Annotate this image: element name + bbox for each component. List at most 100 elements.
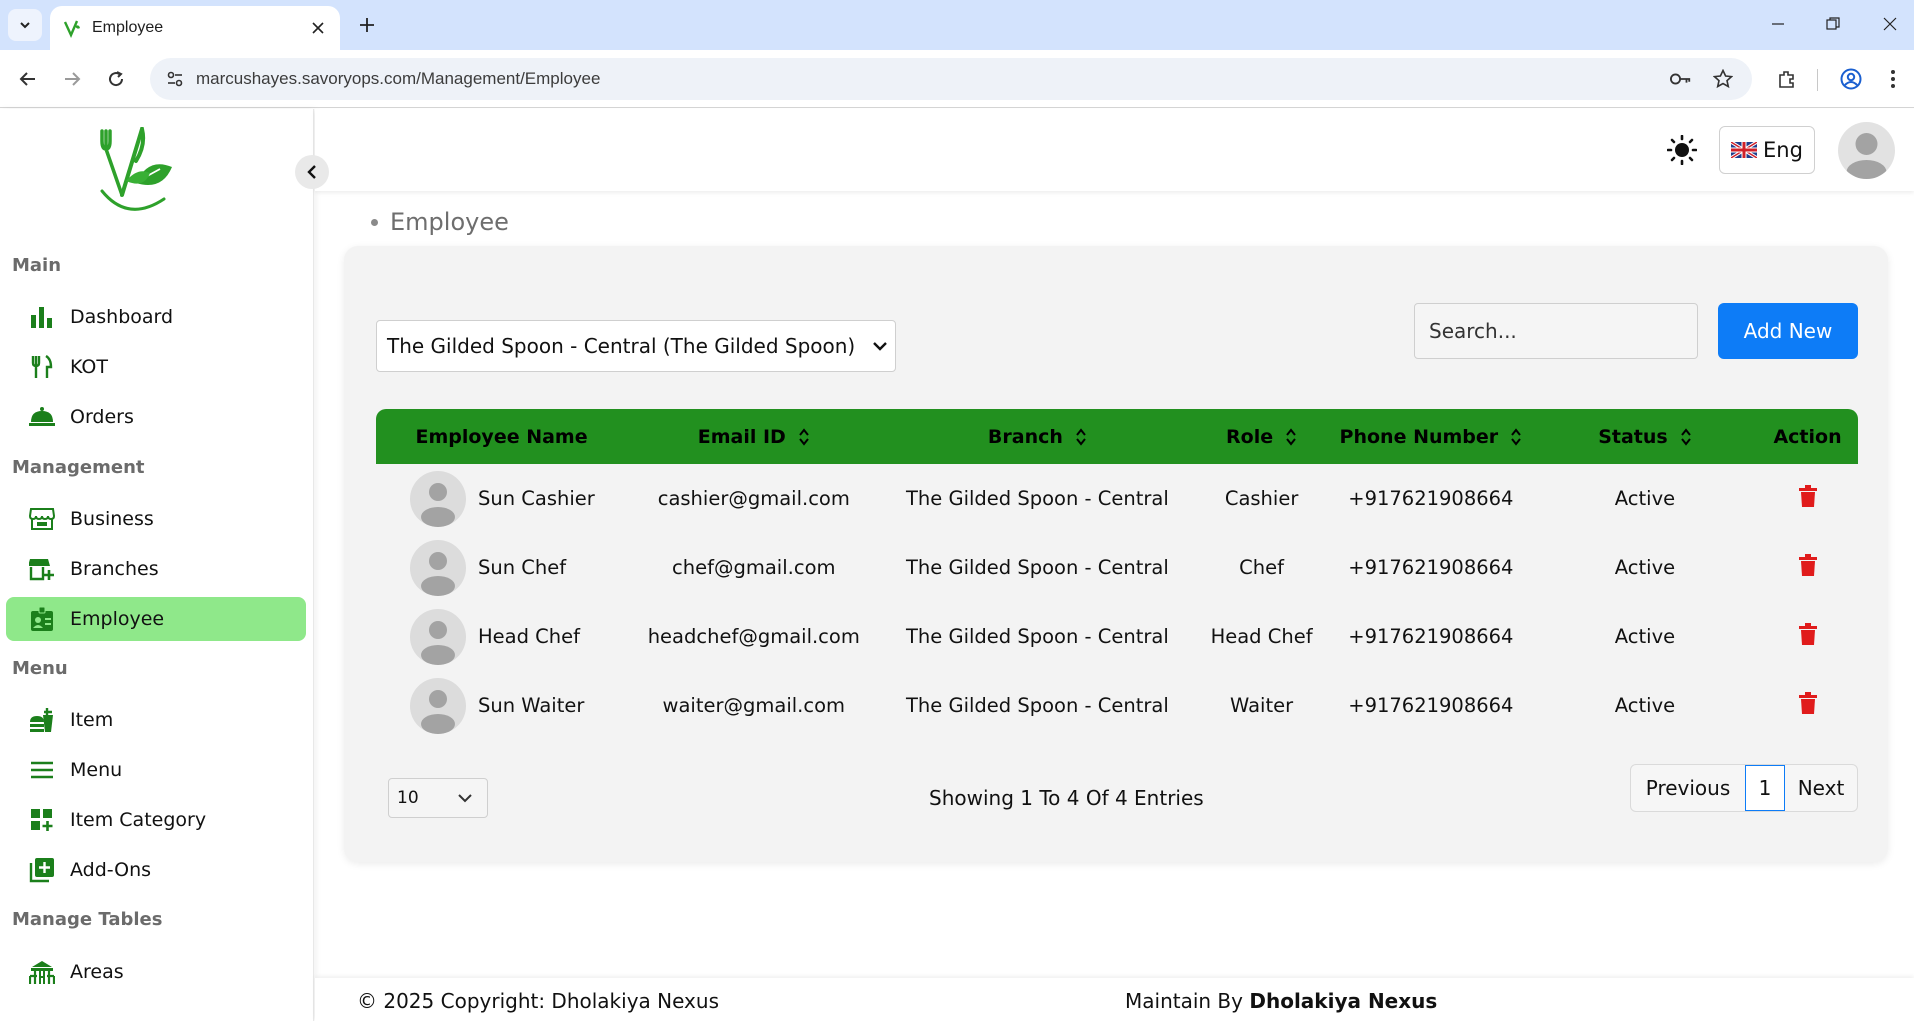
section-management: Management xyxy=(12,457,145,478)
breadcrumb: Employee xyxy=(371,208,509,236)
section-menu: Menu xyxy=(12,658,68,679)
browser-tab-bar: Employee xyxy=(0,0,1914,50)
close-window-button[interactable] xyxy=(1870,8,1910,40)
reload-icon xyxy=(109,71,124,87)
sidebar-item-kot[interactable]: KOT xyxy=(6,345,306,389)
close-icon xyxy=(1883,17,1897,31)
sidebar-item-business[interactable]: Business xyxy=(6,497,306,541)
address-bar[interactable]: marcushayes.savoryops.com/Management/Emp… xyxy=(150,58,1752,100)
arrow-left-icon xyxy=(19,72,35,86)
browser-toolbar: marcushayes.savoryops.com/Management/Emp… xyxy=(0,50,1914,108)
minimize-button[interactable] xyxy=(1758,8,1798,40)
restore-icon xyxy=(1826,17,1840,30)
sidebar-item-menu[interactable]: Menu xyxy=(6,748,306,792)
add-new-button[interactable]: Add New xyxy=(1718,303,1858,359)
employee-role: Waiter xyxy=(1230,694,1294,717)
forward-button[interactable] xyxy=(56,63,88,95)
search-input[interactable] xyxy=(1414,303,1698,359)
app-favicon-icon xyxy=(62,18,82,38)
sidebar-item-orders[interactable]: Orders xyxy=(6,395,306,439)
employee-branch: The Gilded Spoon - Central xyxy=(906,556,1169,579)
employee-status: Active xyxy=(1614,625,1676,648)
sort-icon[interactable] xyxy=(1510,427,1522,447)
next-page-button[interactable]: Next xyxy=(1785,765,1857,811)
employee-avatar xyxy=(410,470,466,527)
sidebar-item-item-category[interactable]: Item Category xyxy=(6,798,306,842)
employee-avatar xyxy=(410,677,466,734)
store-add-icon xyxy=(28,555,56,583)
section-manage-tables: Manage Tables xyxy=(12,909,163,930)
employee-phone: +917621908664 xyxy=(1348,487,1514,510)
employee-email: chef@gmail.com xyxy=(672,556,836,579)
maintained-by: Maintain By Dholakiya Nexus xyxy=(1125,989,1437,1013)
theme-toggle-button[interactable] xyxy=(1667,135,1697,165)
column-header-branch[interactable]: Branch xyxy=(880,409,1194,464)
employee-avatar xyxy=(410,539,466,596)
table-row: Sun Cashier cashier@gmail.com The Gilded… xyxy=(376,464,1858,533)
app-header: Eng xyxy=(315,109,1914,191)
site-settings-icon[interactable] xyxy=(164,68,186,90)
previous-page-button[interactable]: Previous xyxy=(1631,765,1745,811)
url-text: marcushayes.savoryops.com/Management/Emp… xyxy=(196,69,601,88)
sidebar-item-item[interactable]: Item xyxy=(6,698,306,742)
fastfood-icon xyxy=(28,706,56,734)
employee-name: Head Chef xyxy=(478,625,581,648)
browser-tab[interactable]: Employee xyxy=(50,6,340,50)
back-button[interactable] xyxy=(12,63,44,95)
sidebar-item-label: Item xyxy=(70,709,114,731)
column-header-role[interactable]: Role xyxy=(1194,409,1329,464)
employee-email: waiter@gmail.com xyxy=(662,694,846,717)
id-badge-icon xyxy=(28,605,56,633)
page-size-select[interactable]: 10 xyxy=(388,778,488,818)
sort-icon[interactable] xyxy=(798,427,810,447)
employee-table: Employee Name Email ID Branch Role Phone… xyxy=(376,409,1858,740)
column-header-status[interactable]: Status xyxy=(1533,409,1757,464)
new-tab-button[interactable] xyxy=(354,12,380,38)
reload-button[interactable] xyxy=(100,63,132,95)
sidebar-item-employee[interactable]: Employee xyxy=(6,597,306,641)
close-tab-icon[interactable] xyxy=(308,18,328,38)
column-header-phone[interactable]: Phone Number xyxy=(1329,409,1533,464)
sidebar-item-dashboard[interactable]: Dashboard xyxy=(6,295,306,339)
sidebar-item-branches[interactable]: Branches xyxy=(6,547,306,591)
sun-icon xyxy=(1667,135,1697,165)
sort-icon[interactable] xyxy=(1285,427,1297,447)
language-selector[interactable]: Eng xyxy=(1719,126,1815,174)
sidebar-item-add-ons[interactable]: Add-Ons xyxy=(6,848,306,892)
sidebar-collapse-button[interactable] xyxy=(295,155,329,189)
column-header-email[interactable]: Email ID xyxy=(627,409,880,464)
user-avatar[interactable] xyxy=(1838,122,1895,179)
sort-icon[interactable] xyxy=(1680,427,1692,447)
page-1-button[interactable]: 1 xyxy=(1745,765,1785,811)
trash-icon[interactable] xyxy=(1798,485,1818,507)
tab-search-button[interactable] xyxy=(8,9,42,41)
storefront-icon xyxy=(28,505,56,533)
employee-email: cashier@gmail.com xyxy=(657,487,850,510)
language-label: Eng xyxy=(1763,138,1803,162)
sort-icon[interactable] xyxy=(1075,427,1087,447)
bookmark-star-icon[interactable] xyxy=(1712,68,1734,90)
sidebar-item-label: Add-Ons xyxy=(70,859,152,881)
employee-name: Sun Chef xyxy=(478,556,567,579)
employee-name: Sun Waiter xyxy=(478,694,585,717)
trash-icon[interactable] xyxy=(1798,623,1818,645)
trash-icon[interactable] xyxy=(1798,692,1818,714)
sidebar-item-areas[interactable]: Areas xyxy=(6,950,306,994)
employee-role: Head Chef xyxy=(1210,625,1313,648)
page-size-value: 10 xyxy=(397,788,419,808)
toolbar-divider xyxy=(1817,69,1818,91)
browser-menu-icon[interactable] xyxy=(1882,68,1904,90)
table-header-row: Employee Name Email ID Branch Role Phone… xyxy=(376,409,1858,464)
branch-select[interactable]: The Gilded Spoon - Central (The Gilded S… xyxy=(376,320,896,372)
restore-button[interactable] xyxy=(1813,8,1853,40)
table-row: Sun Waiter waiter@gmail.com The Gilded S… xyxy=(376,671,1858,740)
sidebar: Main Dashboard KOT Orders Management Bus… xyxy=(0,109,314,1021)
pagination: Previous 1 Next xyxy=(1630,764,1858,812)
fork-knife-icon xyxy=(28,353,56,381)
password-key-icon[interactable] xyxy=(1670,68,1692,90)
profile-icon[interactable] xyxy=(1840,68,1862,90)
copyright-text: © 2025 Copyright: Dholakiya Nexus xyxy=(357,989,719,1013)
extensions-icon[interactable] xyxy=(1776,68,1798,90)
tab-title: Employee xyxy=(92,19,164,36)
trash-icon[interactable] xyxy=(1798,554,1818,576)
